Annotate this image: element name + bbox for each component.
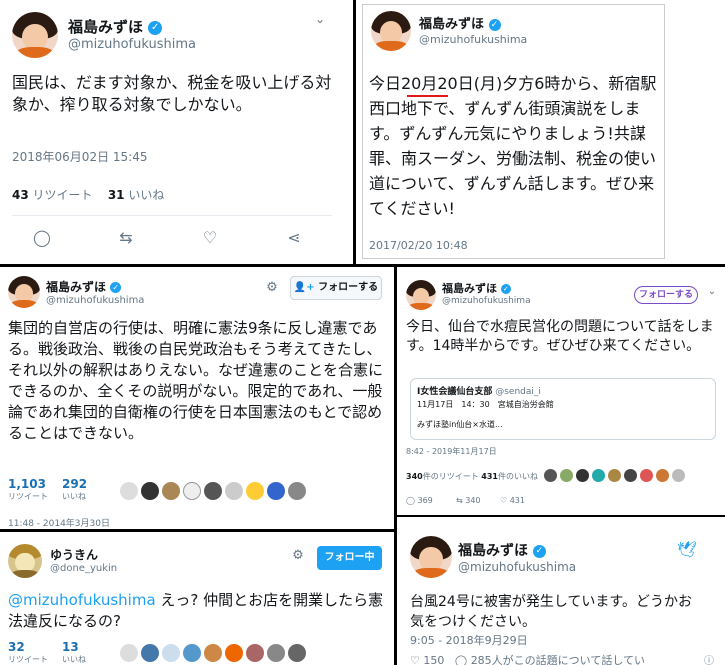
timestamp[interactable]: 11:48 - 2014年3月30日 — [8, 516, 110, 528]
tweet-text: 集団的自営店の行使は、明確に憲法9条に反し違憲である。戦後政治、戦後の自民党政治… — [8, 319, 384, 442]
reply-action[interactable]: ◯ 369 — [406, 496, 433, 505]
quoted-tweet[interactable]: I女性会議仙台支部 @sendai_i 11月17日 14：30 宮城自治労会館… — [410, 378, 716, 440]
verified-icon: ✓ — [500, 284, 511, 294]
user-handle: @mizuhofukushima — [68, 37, 196, 52]
verified-icon: ✓ — [532, 544, 546, 558]
like-icon[interactable]: ♡ — [410, 654, 420, 665]
avatar[interactable] — [12, 12, 58, 58]
user-handle: @mizuhofukushima — [442, 296, 531, 306]
display-name[interactable]: 福島みずほ ✓ — [458, 540, 546, 560]
verified-icon: ✓ — [110, 282, 122, 293]
verified-icon: ✓ — [148, 20, 163, 35]
like-icon[interactable]: ♡ — [200, 228, 220, 247]
retweet-icon[interactable]: ⇆ — [116, 228, 136, 247]
follow-button[interactable]: フォローする — [634, 286, 698, 304]
reply-icon: ◯ — [406, 496, 415, 505]
gear-icon[interactable]: ⚙ — [264, 280, 280, 295]
like-count: 13 いいね — [62, 640, 86, 664]
divider — [394, 266, 397, 665]
divider — [0, 264, 725, 267]
user-handle: @mizuhofukushima — [419, 33, 528, 46]
liker-avatars — [120, 644, 306, 662]
gear-icon[interactable]: ⚙ — [290, 548, 306, 563]
tweet-text: 台風24号に被害が発生しています。どうかお気をつけください。 — [410, 594, 692, 630]
display-name[interactable]: 福島みずほ ✓ — [46, 278, 122, 295]
engagement-stats: ♡ 150 ◯ 285人がこの話題について話してい — [410, 654, 646, 665]
tweet-card-3: 福島みずほ ✓ @mizuhofukushima ⚙ 👤+ フォローする 集団的… — [0, 270, 392, 528]
divider — [397, 515, 725, 517]
tweet-text: @mizuhofukushima えっ? 仲間とお店を開業したら憲法違反になるの… — [8, 591, 384, 630]
retweet-action[interactable]: ⇆ 340 — [456, 496, 481, 505]
chevron-down-icon[interactable]: ⌄ — [312, 12, 328, 26]
display-name[interactable]: ゆうきん — [50, 546, 98, 563]
divider — [353, 0, 356, 266]
user-handle: @mizuhofukushima — [46, 295, 145, 306]
tweet-card-5: ゆうきん @done_yukin ⚙ フォロー中 @mizuhofukushim… — [0, 534, 392, 665]
display-name[interactable]: 福島みずほ ✓ — [68, 16, 163, 37]
retweet-count: 32 リツイート — [8, 640, 48, 664]
retweet-count: 1,103 リツイート — [8, 477, 48, 501]
follow-button[interactable]: 👤+ フォローする — [290, 276, 382, 300]
timestamp[interactable]: 2017/02/20 10:48 — [369, 239, 468, 252]
tweet-card-2: 福島みずほ ✓ @mizuhofukushima 今日20月20日(月)夕方6時… — [362, 4, 665, 259]
tweet-card-1: 福島みずほ ✓ @mizuhofukushima ⌄ 国民は、だます対象か、税金… — [0, 0, 350, 262]
divider — [0, 529, 394, 532]
liker-avatars — [120, 482, 306, 500]
following-button[interactable]: フォロー中 — [317, 546, 382, 570]
info-icon[interactable]: ⓘ — [702, 652, 716, 665]
display-name[interactable]: 福島みずほ ✓ — [442, 280, 511, 296]
tweet-text: 国民は、だます対象か、税金を吸い上げる対象か、搾り取る対象でしかない。 — [12, 73, 332, 114]
avatar[interactable] — [410, 536, 452, 578]
avatar[interactable] — [371, 11, 411, 51]
twitter-bird-icon: 🕊 — [676, 540, 698, 559]
tweet-card-6: 福島みずほ ✓ @mizuhofukushima 🕊 台風24号に被害が発生して… — [400, 520, 725, 665]
engagement-stats: 340件のリツイート 431件のいいね — [406, 472, 538, 481]
chevron-down-icon[interactable]: ⌄ — [706, 286, 718, 297]
tweet-card-4: 福島みずほ ✓ @mizuhofukushima フォローする ⌄ 今日、仙台で… — [400, 270, 725, 514]
timestamp[interactable]: 9:05 - 2018年9月29日 — [410, 632, 528, 648]
avatar[interactable] — [8, 544, 42, 578]
like-count: 292 いいね — [62, 477, 88, 501]
mention-link[interactable]: @mizuhofukushima — [8, 591, 156, 609]
like-icon: ♡ — [500, 496, 508, 505]
timestamp[interactable]: 8:42 - 2019年11月17日 — [406, 446, 497, 457]
user-handle: @done_yukin — [50, 563, 118, 574]
tweet-text: 今日、仙台で水痘民営化の問題について話をします。14時半からです。ぜひぜひ来てく… — [406, 319, 714, 354]
timestamp[interactable]: 2018年06月02日 15:45 — [12, 148, 147, 165]
tweet-text: 今日20月20日(月)夕方6時から、新宿駅西口地下で、ずんずん街頭演説をします。… — [369, 74, 657, 218]
liker-avatars — [544, 469, 685, 482]
add-user-icon: 👤+ — [293, 282, 315, 293]
avatar[interactable] — [406, 280, 436, 310]
like-action[interactable]: ♡ 431 — [500, 496, 525, 505]
verified-icon: ✓ — [488, 18, 501, 31]
retweet-icon: ⇆ — [456, 496, 463, 505]
avatar[interactable] — [8, 276, 40, 308]
comment-icon[interactable]: ◯ — [455, 654, 467, 665]
display-name[interactable]: 福島みずほ ✓ — [419, 13, 501, 32]
share-icon[interactable]: ⋖ — [284, 228, 304, 247]
engagement-stats: 43 リツイート 31 いいね — [12, 188, 165, 202]
reply-icon[interactable]: ◯ — [32, 228, 52, 247]
user-handle: @mizuhofukushima — [458, 560, 577, 574]
